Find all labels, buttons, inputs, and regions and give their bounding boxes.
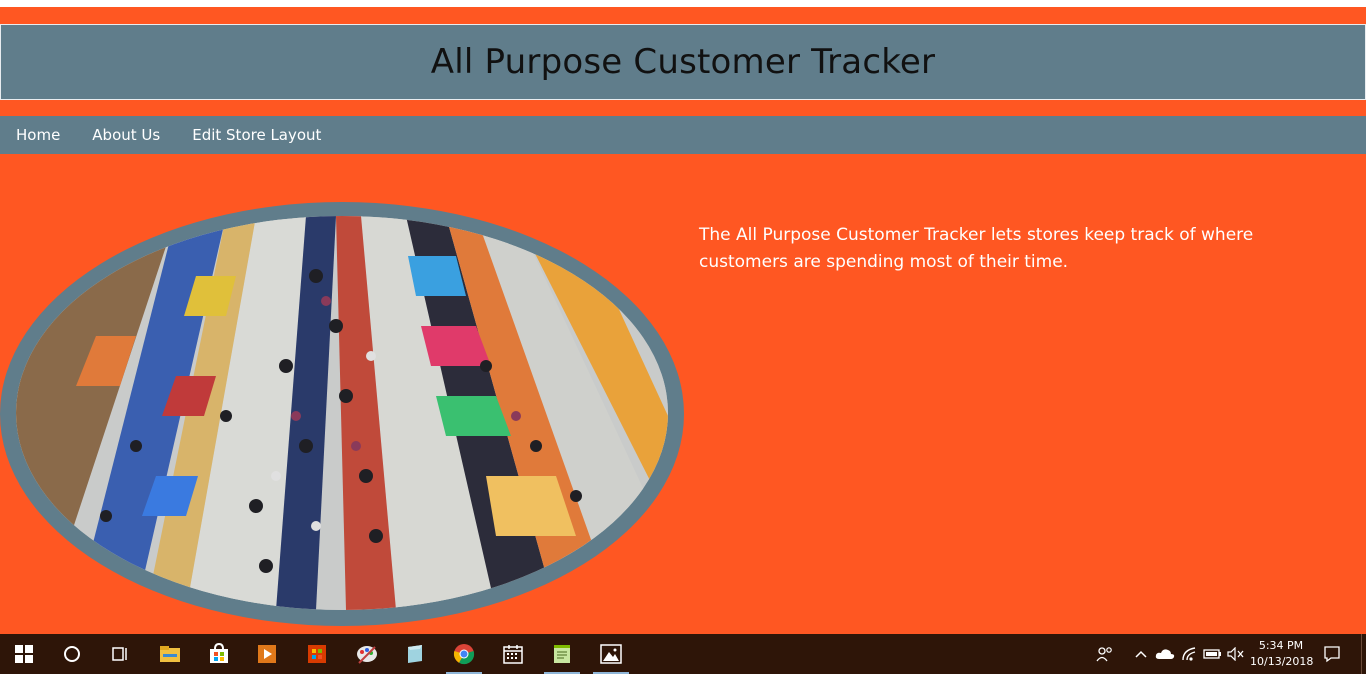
people-icon[interactable] [1095, 644, 1115, 664]
browser-page: All Purpose Customer Tracker Home About … [0, 0, 1366, 634]
chevron-up-icon[interactable] [1131, 644, 1151, 664]
supermarket-photo [16, 216, 668, 610]
battery-icon[interactable] [1203, 644, 1223, 664]
photos-icon[interactable] [587, 634, 635, 674]
store-icon[interactable] [195, 634, 243, 674]
cortana-search-icon[interactable] [48, 634, 96, 674]
windows-start-icon[interactable] [0, 634, 48, 674]
onedrive-icon[interactable] [1155, 644, 1175, 664]
nav-item-about-us[interactable]: About Us [92, 126, 160, 144]
chrome-icon[interactable] [440, 634, 488, 674]
taskbar-clock[interactable]: 5:34 PM 10/13/2018 [1250, 638, 1314, 670]
media-player-icon[interactable] [243, 634, 291, 674]
wifi-icon[interactable] [1180, 644, 1200, 664]
action-center-icon[interactable] [1322, 644, 1342, 664]
site-header: All Purpose Customer Tracker [0, 24, 1366, 100]
nav-bar: Home About Us Edit Store Layout [0, 116, 1366, 154]
taskbar: 5:34 PM 10/13/2018 [0, 634, 1366, 674]
show-desktop-button[interactable] [1361, 634, 1366, 674]
task-view-icon[interactable] [96, 634, 144, 674]
intro-text: The All Purpose Customer Tracker lets st… [699, 225, 1254, 272]
nav-item-edit-store-layout[interactable]: Edit Store Layout [192, 126, 321, 144]
office-icon[interactable] [293, 634, 341, 674]
notepad-icon[interactable] [538, 634, 586, 674]
nav-item-home[interactable]: Home [16, 126, 60, 144]
clock-time: 5:34 PM [1258, 639, 1304, 652]
file-explorer-icon[interactable] [146, 634, 194, 674]
notes-icon[interactable] [391, 634, 439, 674]
paint-icon[interactable] [343, 634, 391, 674]
volume-muted-icon[interactable] [1226, 644, 1246, 664]
page-title: All Purpose Customer Tracker [430, 42, 936, 82]
calendar-icon[interactable] [489, 634, 537, 674]
clock-date: 10/13/2018 [1250, 655, 1314, 668]
